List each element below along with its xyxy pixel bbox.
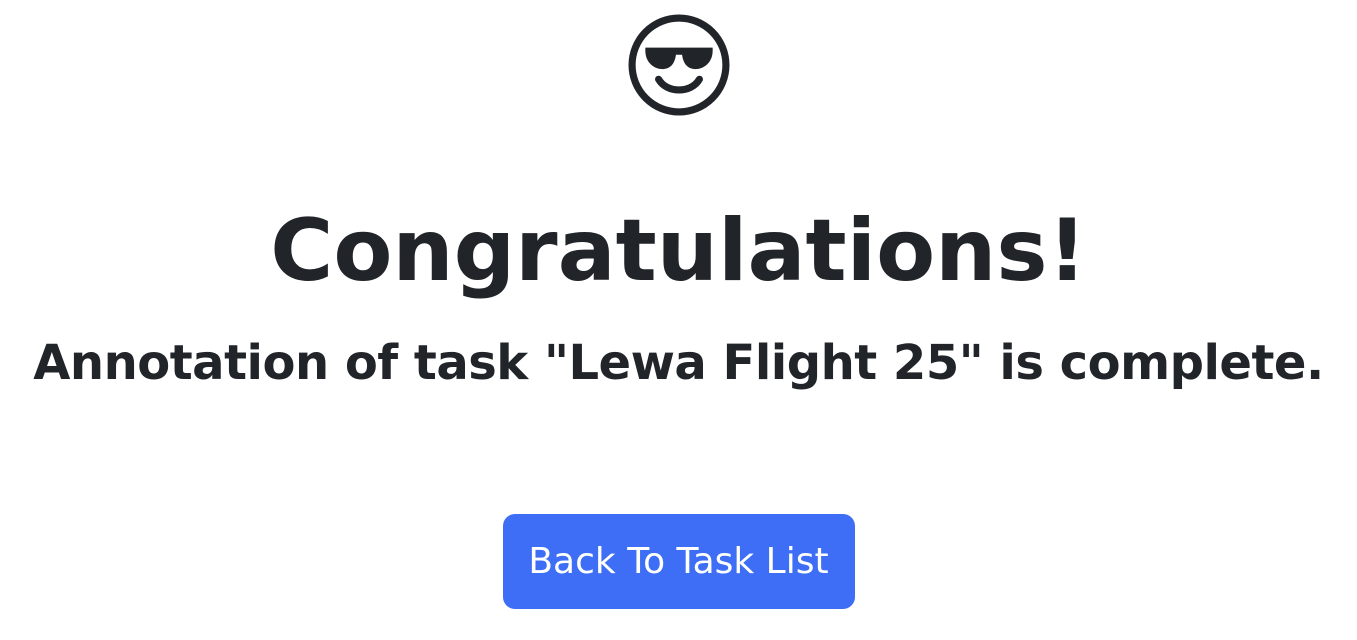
back-to-task-list-button[interactable]: Back To Task List [502,514,855,609]
completion-message: Annotation of task "Lewa Flight 25" is c… [33,335,1324,391]
page-title: Congratulations! [270,201,1087,301]
smiling-face-with-sunglasses-icon [628,14,729,116]
actions: Back To Task List [0,514,1357,609]
completion-icon-container [0,14,1357,116]
